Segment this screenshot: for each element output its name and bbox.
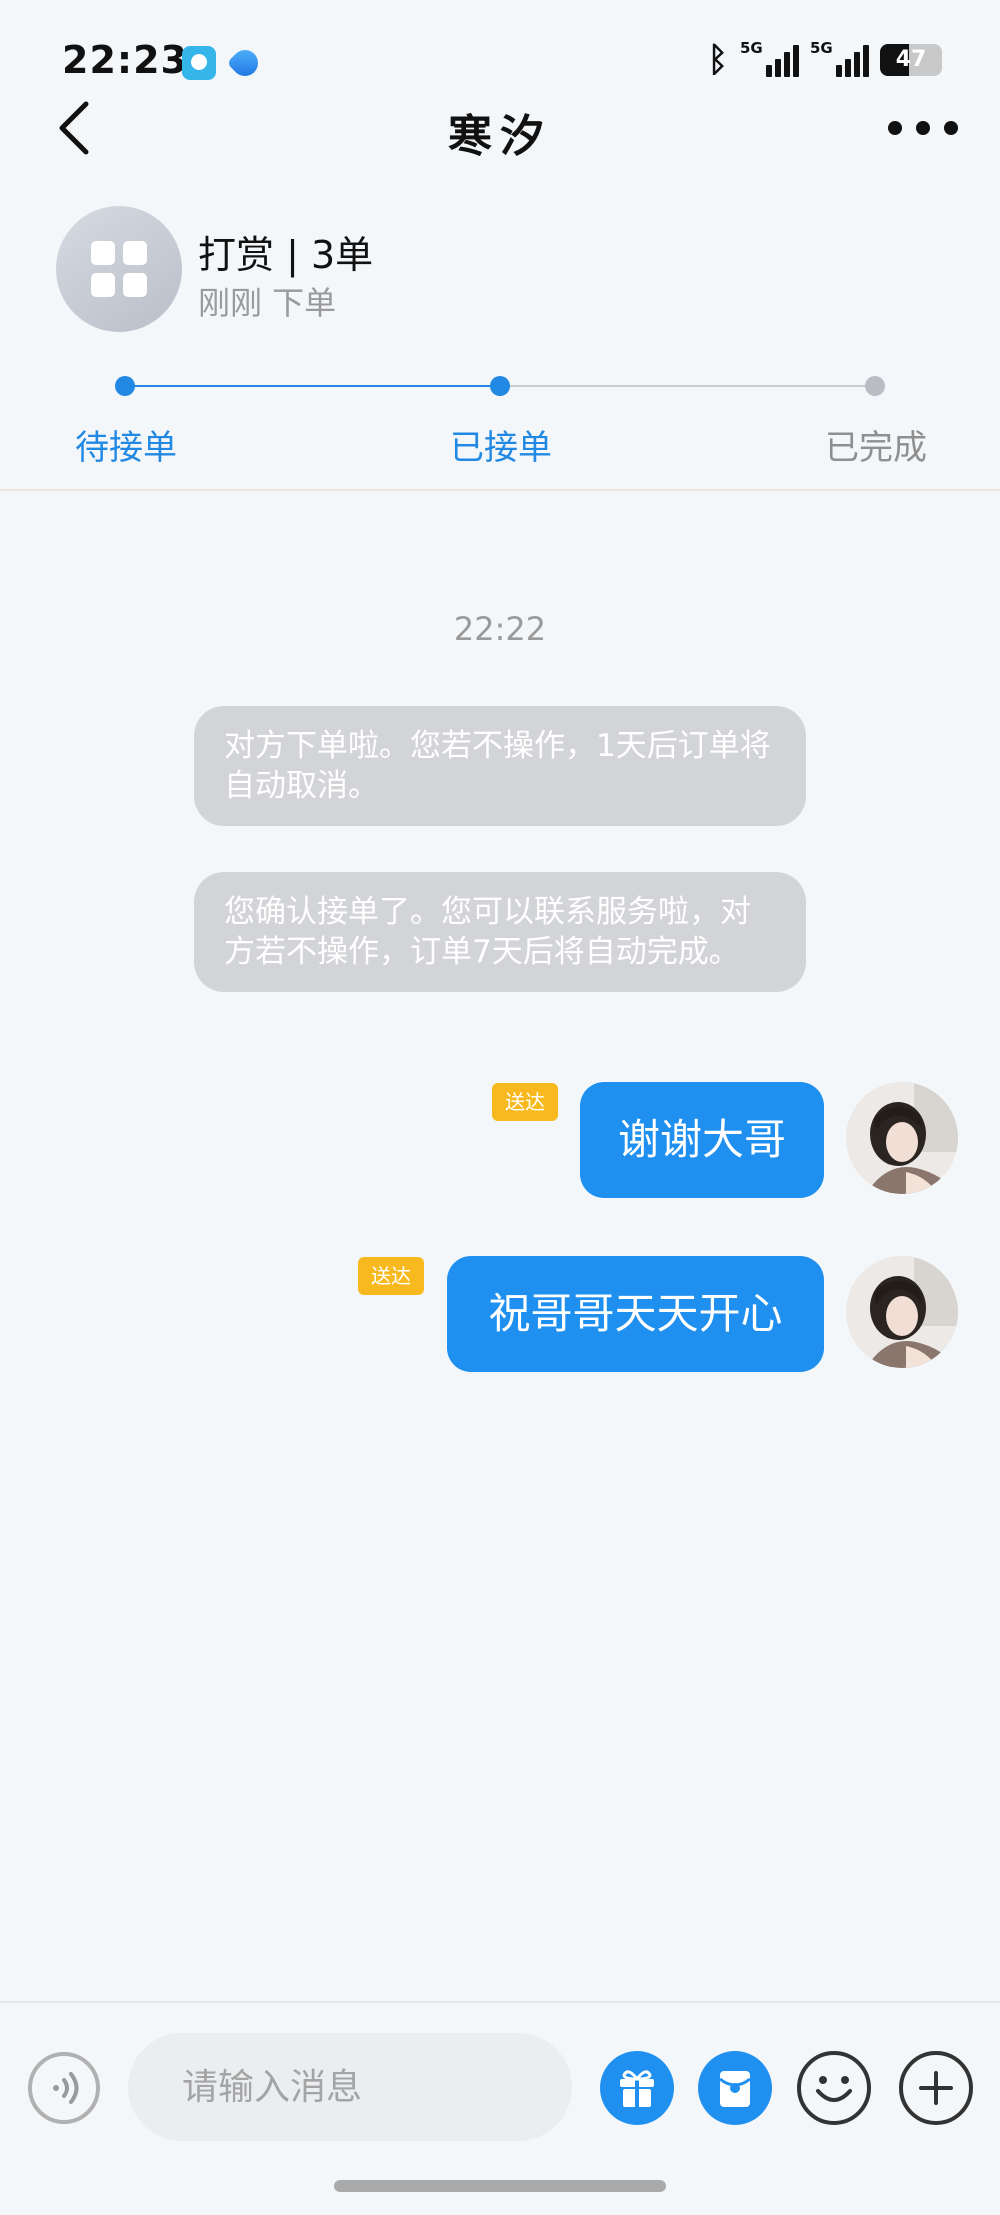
user-avatar-image <box>846 1256 958 1368</box>
more-actions-button[interactable] <box>899 2051 973 2125</box>
avatar[interactable] <box>846 1256 958 1368</box>
status-bar: 22:23 ᛒ 5G 5G 47 <box>0 0 1000 110</box>
battery-icon: 47 <box>880 44 942 76</box>
header-divider <box>0 489 1000 491</box>
status-indicators: ᛒ 5G 5G 47 <box>707 39 942 80</box>
battery-percentage: 47 <box>895 47 927 72</box>
emoji-button[interactable] <box>797 2051 871 2125</box>
progress-step-pending-accept: 待接单 <box>75 428 177 468</box>
chat-screen: 22:23 ᛒ 5G 5G 47 寒汐 打赏 | 3单 刚刚 下单 待接单 已接… <box>0 0 1000 2215</box>
order-title: 打赏 | 3单 <box>198 233 374 277</box>
order-progress: 待接单 已接单 已完成 <box>0 370 1000 470</box>
outgoing-message[interactable]: 祝哥哥天天开心 <box>447 1256 824 1372</box>
chat-timestamp: 22:22 <box>453 610 547 648</box>
status-time: 22:23 <box>62 38 188 82</box>
order-subtitle: 刚刚 下单 <box>198 284 337 322</box>
app-notification-icon <box>226 44 264 82</box>
progress-line-pending <box>500 385 875 387</box>
avatar[interactable] <box>846 1082 958 1194</box>
red-packet-icon <box>719 2071 751 2107</box>
progress-step-completed: 已完成 <box>825 428 927 468</box>
system-message: 对方下单啦。您若不操作，1天后订单将自动取消。 <box>194 706 806 826</box>
order-avatar[interactable] <box>56 206 182 332</box>
progress-line-done <box>125 385 500 387</box>
plus-icon <box>919 2071 953 2105</box>
delivered-badge: 送达 <box>358 1257 424 1295</box>
input-divider <box>0 2001 1000 2003</box>
page-title: 寒汐 <box>448 111 552 162</box>
user-avatar-image <box>846 1082 958 1194</box>
voice-button[interactable] <box>28 2052 100 2124</box>
signal-icon: 5G <box>740 39 799 79</box>
red-packet-button[interactable] <box>698 2051 772 2125</box>
network-type-label: 5G <box>810 39 833 57</box>
progress-step-accepted: 已接单 <box>450 428 552 468</box>
network-type-label: 5G <box>740 39 763 57</box>
progress-dot-completed <box>865 376 885 396</box>
emoji-icon <box>816 2076 852 2102</box>
signal-icon: 5G <box>810 39 869 79</box>
outgoing-message[interactable]: 谢谢大哥 <box>580 1082 824 1198</box>
gift-icon <box>620 2070 654 2107</box>
gift-button[interactable] <box>600 2051 674 2125</box>
app-notification-icon <box>182 46 216 80</box>
home-indicator[interactable] <box>334 2180 666 2192</box>
more-dots-icon <box>916 121 930 135</box>
message-input[interactable] <box>128 2033 572 2141</box>
system-message: 您确认接单了。您可以联系服务啦，对方若不操作，订单7天后将自动完成。 <box>194 872 806 992</box>
progress-dot-pending-accept <box>115 376 135 396</box>
more-dots-icon <box>888 121 902 135</box>
voice-icon <box>53 2072 79 2104</box>
progress-dot-accepted <box>490 376 510 396</box>
more-button[interactable] <box>888 110 958 146</box>
bluetooth-icon: ᛒ <box>707 40 728 80</box>
more-dots-icon <box>944 121 958 135</box>
delivered-badge: 送达 <box>492 1083 558 1121</box>
